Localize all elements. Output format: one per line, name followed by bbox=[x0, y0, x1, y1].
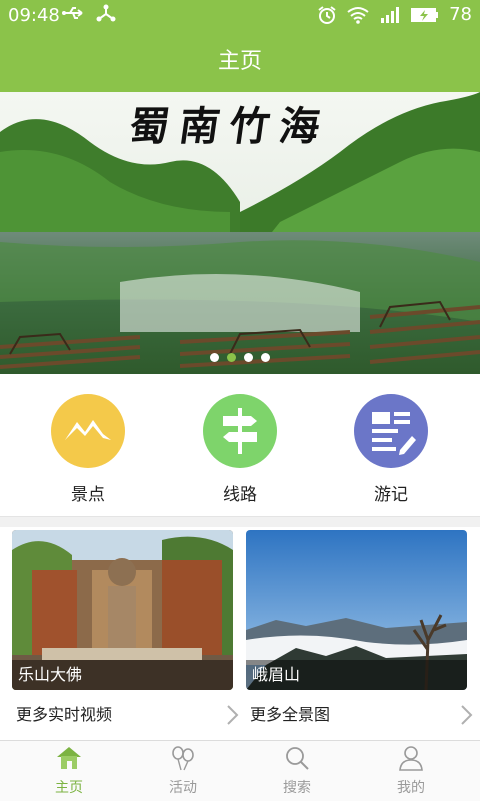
card-caption: 乐山大佛 bbox=[12, 660, 233, 690]
chevron-right-icon bbox=[227, 705, 239, 725]
signal-icon bbox=[381, 6, 400, 23]
clock: 09:48 bbox=[8, 5, 60, 26]
tab-label: 主页 bbox=[55, 780, 83, 796]
more-link-label: 更多实时视频 bbox=[16, 705, 113, 724]
tab-home[interactable]: 主页 bbox=[9, 745, 129, 797]
usb-icon bbox=[62, 7, 83, 19]
user-icon bbox=[399, 746, 423, 771]
category-label: 景点 bbox=[71, 485, 105, 505]
signpost-icon bbox=[203, 394, 277, 468]
status-bar: 09:48 78 bbox=[0, 0, 480, 32]
tab-activities[interactable]: 活动 bbox=[123, 745, 243, 797]
category-label: 线路 bbox=[223, 485, 257, 505]
carousel-dot[interactable] bbox=[210, 353, 219, 362]
page-title: 主页 bbox=[217, 49, 262, 74]
home-icon bbox=[57, 747, 81, 769]
search-icon bbox=[286, 747, 309, 770]
banner-carousel[interactable]: 蜀南竹海 bbox=[0, 92, 480, 374]
carousel-dot[interactable] bbox=[244, 353, 253, 362]
category-routes[interactable]: 线路 bbox=[180, 394, 300, 505]
more-panoramas-link[interactable]: 更多全景图 bbox=[250, 696, 480, 734]
mountain-icon bbox=[51, 394, 125, 468]
category-travel-notes[interactable]: 游记 bbox=[331, 394, 451, 505]
tab-search[interactable]: 搜索 bbox=[237, 745, 357, 797]
banner-title: 蜀南竹海 bbox=[126, 103, 333, 150]
tab-label: 搜索 bbox=[283, 780, 311, 796]
wifi-icon bbox=[347, 6, 369, 24]
more-link-label: 更多全景图 bbox=[250, 705, 331, 724]
bottom-tab-bar: 主页 活动 搜索 我的 bbox=[0, 740, 480, 801]
card-caption: 峨眉山 bbox=[246, 660, 467, 690]
category-scenic-spots[interactable]: 景点 bbox=[28, 394, 148, 505]
battery-level: 78 bbox=[449, 4, 472, 25]
tab-mine[interactable]: 我的 bbox=[351, 745, 471, 797]
notes-icon bbox=[354, 394, 428, 468]
panorama-card-emei[interactable]: 峨眉山 bbox=[246, 530, 467, 690]
battery-icon bbox=[411, 7, 439, 22]
chevron-right-icon bbox=[461, 705, 473, 725]
tab-label: 活动 bbox=[169, 780, 197, 796]
carousel-dot-active[interactable] bbox=[227, 353, 236, 362]
carousel-indicators bbox=[210, 353, 270, 362]
more-live-videos-link[interactable]: 更多实时视频 bbox=[16, 696, 246, 734]
category-shortcuts: 景点 线路 游记 bbox=[0, 374, 480, 516]
page-header: 主页 bbox=[0, 32, 480, 92]
carousel-dot[interactable] bbox=[261, 353, 270, 362]
alarm-icon bbox=[318, 5, 336, 24]
category-label: 游记 bbox=[374, 485, 408, 505]
balloons-icon bbox=[172, 746, 194, 771]
section-divider bbox=[0, 516, 480, 527]
network-share-icon bbox=[96, 4, 116, 22]
tab-label: 我的 bbox=[397, 780, 425, 796]
video-card-leshan[interactable]: 乐山大佛 bbox=[12, 530, 233, 690]
